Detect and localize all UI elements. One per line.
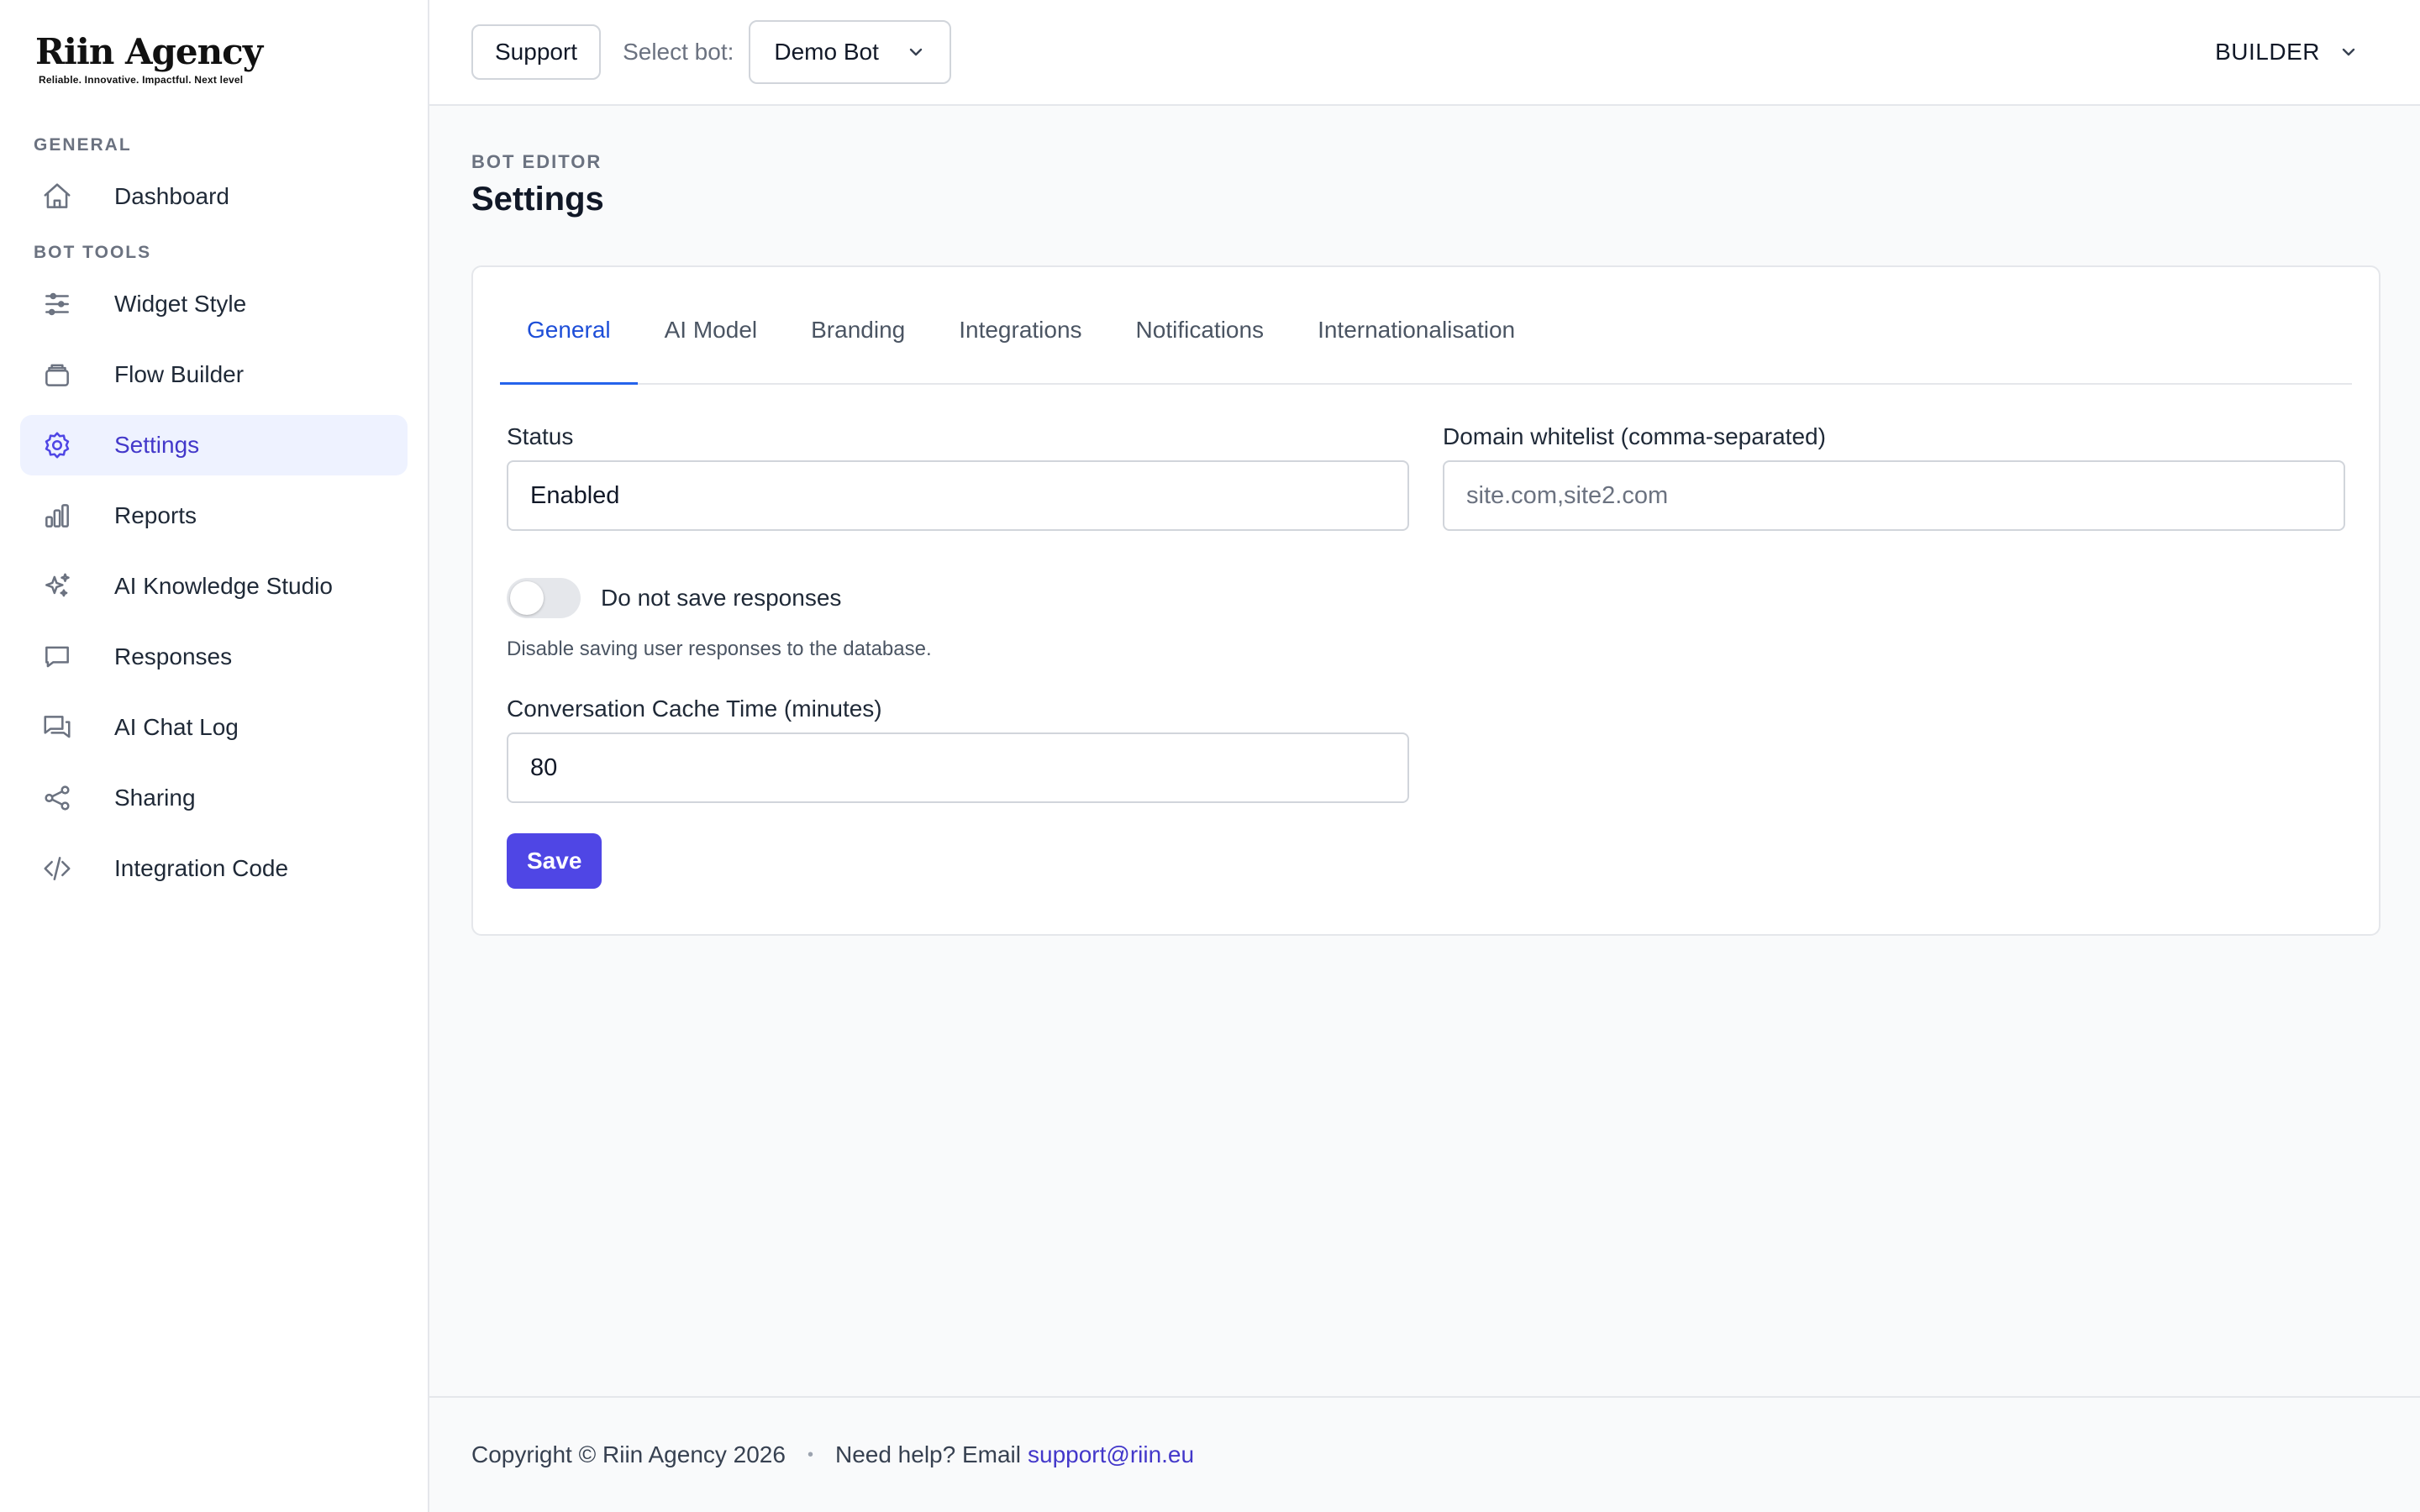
sidebar-item-settings[interactable]: Settings <box>20 415 408 475</box>
bot-select-dropdown[interactable]: Demo Bot <box>749 20 951 84</box>
footer-copyright: Copyright © Riin Agency 2026 <box>471 1441 786 1467</box>
toggle-help-text: Disable saving user responses to the dat… <box>507 638 932 660</box>
status-select[interactable]: Enabled <box>507 460 1409 531</box>
chevron-down-icon <box>2338 42 2359 62</box>
cache-time-label: Conversation Cache Time (minutes) <box>507 696 882 722</box>
domain-whitelist-label: Domain whitelist (comma-separated) <box>1443 423 1826 449</box>
sidebar-item-label: Dashboard <box>114 183 229 209</box>
support-email-link[interactable]: support@riin.eu <box>1028 1441 1194 1468</box>
sidebar-item-label: Widget Style <box>114 291 247 317</box>
sidebar-item-label: Integration Code <box>114 855 289 881</box>
sidebar-section-general: GENERAL <box>34 135 132 155</box>
status-column: Status Enabled <box>507 422 1409 531</box>
share-icon <box>40 781 74 815</box>
do-not-save-responses-toggle[interactable] <box>507 578 581 618</box>
brand-name: Riin Agency <box>35 31 263 72</box>
sidebar-section-bot-tools: BOT TOOLS <box>34 243 152 262</box>
tab-notifications[interactable]: Notifications <box>1109 267 1292 385</box>
form-row: Status Enabled Domain whitelist (comma-s… <box>500 422 2352 531</box>
sidebar-item-label: Responses <box>114 643 233 669</box>
footer-separator: • <box>807 1445 813 1464</box>
tab-integrations[interactable]: Integrations <box>932 267 1108 385</box>
sidebar-item-label: Settings <box>114 432 200 458</box>
support-button[interactable]: Support <box>471 24 602 80</box>
topbar: Support Select bot: Demo Bot BUILDER <box>429 0 2420 106</box>
code-icon <box>40 852 74 885</box>
gear-icon <box>40 428 74 462</box>
footer: Copyright © Riin Agency 2026 • Need help… <box>429 1396 2420 1512</box>
sidebar-item-label: AI Chat Log <box>114 714 239 740</box>
tab-ai-model[interactable]: AI Model <box>638 267 785 385</box>
page-content: BOT EDITOR Settings General AI Model Bra… <box>429 106 2420 1396</box>
settings-card: General AI Model Branding Integrations N… <box>471 265 2381 936</box>
app-root: Riin Agency Reliable. Innovative. Impact… <box>0 0 2420 1512</box>
chat-bubbles-icon <box>40 711 74 744</box>
sidebar-item-responses[interactable]: Responses <box>20 627 408 687</box>
sidebar-item-sharing[interactable]: Sharing <box>20 768 408 828</box>
home-icon <box>40 180 74 213</box>
tab-branding[interactable]: Branding <box>784 267 932 385</box>
tab-general[interactable]: General <box>500 267 638 385</box>
cache-time-field: Conversation Cache Time (minutes) Save <box>500 694 2352 889</box>
brand-tagline: Reliable. Innovative. Impactful. Next le… <box>39 74 244 86</box>
status-value: Enabled <box>530 481 620 509</box>
chat-bubble-icon <box>40 640 74 674</box>
sliders-icon <box>40 287 74 321</box>
sidebar-item-label: Sharing <box>114 785 196 811</box>
page-eyebrow: BOT EDITOR <box>471 151 602 172</box>
sparkles-icon <box>40 570 74 603</box>
sidebar-item-label: AI Knowledge Studio <box>114 573 333 599</box>
brand-logo[interactable]: Riin Agency Reliable. Innovative. Impact… <box>35 32 408 92</box>
sidebar-item-label: Reports <box>114 502 197 528</box>
user-menu-label: BUILDER <box>2215 39 2320 65</box>
toggle-label: Do not save responses <box>601 585 842 611</box>
stack-icon <box>40 358 74 391</box>
select-bot-label: Select bot: <box>623 39 734 65</box>
main-area: Support Select bot: Demo Bot BUILDER BOT… <box>429 0 2420 1512</box>
sidebar-item-dashboard[interactable]: Dashboard <box>20 166 408 227</box>
chevron-down-icon <box>906 42 926 62</box>
bar-chart-icon <box>40 499 74 533</box>
sidebar-item-ai-chat-log[interactable]: AI Chat Log <box>20 697 408 758</box>
page-title: Settings <box>471 181 604 218</box>
sidebar: Riin Agency Reliable. Innovative. Impact… <box>0 0 429 1512</box>
sidebar-item-flow-builder[interactable]: Flow Builder <box>20 344 408 405</box>
tab-internationalisation[interactable]: Internationalisation <box>1291 267 1542 385</box>
settings-tabs: General AI Model Branding Integrations N… <box>500 267 2352 385</box>
toggle-row: Do not save responses <box>500 578 2352 618</box>
sidebar-item-ai-knowledge-studio[interactable]: AI Knowledge Studio <box>20 556 408 617</box>
sidebar-item-reports[interactable]: Reports <box>20 486 408 546</box>
domain-column: Domain whitelist (comma-separated) <box>1443 422 2345 531</box>
sidebar-item-integration-code[interactable]: Integration Code <box>20 838 408 899</box>
toggle-knob <box>510 581 544 615</box>
status-label: Status <box>507 423 574 449</box>
save-button[interactable]: Save <box>507 833 602 889</box>
cache-time-input[interactable] <box>507 732 1409 803</box>
user-menu[interactable]: BUILDER <box>2215 39 2359 66</box>
sidebar-item-widget-style[interactable]: Widget Style <box>20 274 408 334</box>
selected-bot-value: Demo Bot <box>774 39 879 65</box>
sidebar-item-label: Flow Builder <box>114 361 245 387</box>
domain-whitelist-input[interactable] <box>1443 460 2345 531</box>
footer-help-text: Need help? Email <box>834 1441 1021 1467</box>
